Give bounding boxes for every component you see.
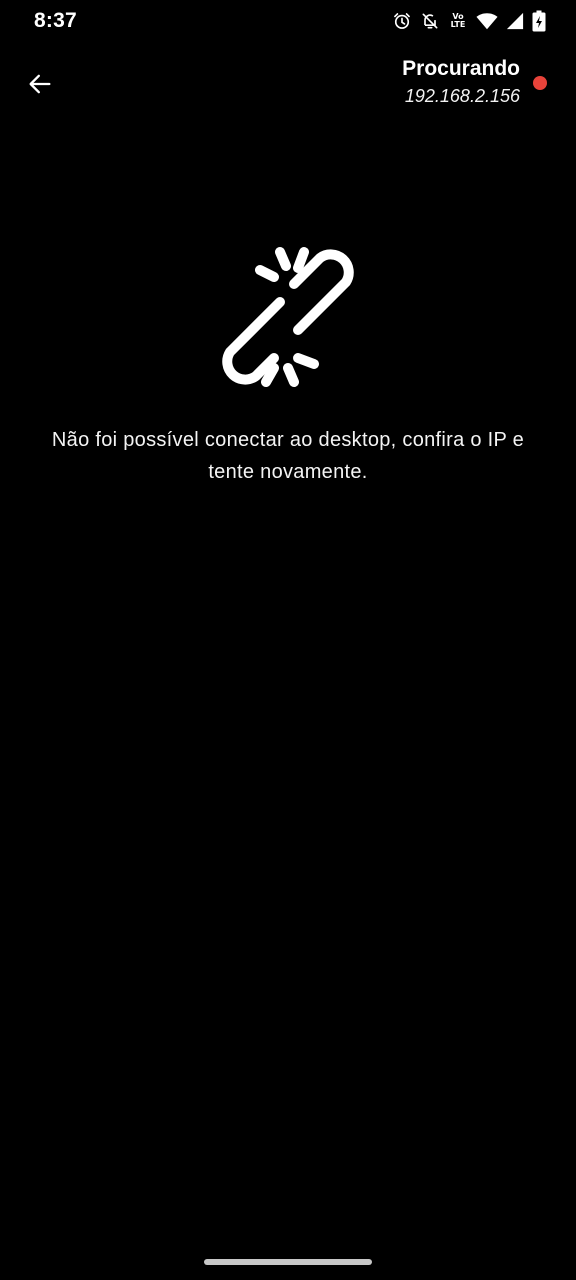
alarm-icon <box>392 11 412 31</box>
notifications-off-icon <box>420 11 440 31</box>
connection-status: Procurando 192.168.2.156 <box>402 56 520 109</box>
signal-icon <box>506 12 524 30</box>
connection-status-title: Procurando <box>402 57 520 80</box>
volte-lte-icon: Vo LTE <box>448 13 468 29</box>
status-time: 8:37 <box>34 9 77 32</box>
battery-charging-icon <box>532 10 546 32</box>
broken-link-icon <box>222 247 354 387</box>
connection-ip-address: 192.168.2.156 <box>404 86 520 106</box>
arrow-back-icon <box>29 74 51 94</box>
connection-error-message: Não foi possível conectar ao desktop, co… <box>51 429 525 483</box>
status-icons: Vo LTE <box>392 9 546 33</box>
app-bar: Procurando 192.168.2.156 <box>0 52 576 116</box>
lte-bottom-label: LTE <box>450 20 466 29</box>
back-button[interactable] <box>22 66 58 102</box>
connection-status-dot <box>533 76 547 90</box>
status-bar: 8:37 Vo LTE <box>0 0 576 44</box>
wifi-icon <box>476 11 498 31</box>
gesture-nav-handle[interactable] <box>204 1259 372 1265</box>
